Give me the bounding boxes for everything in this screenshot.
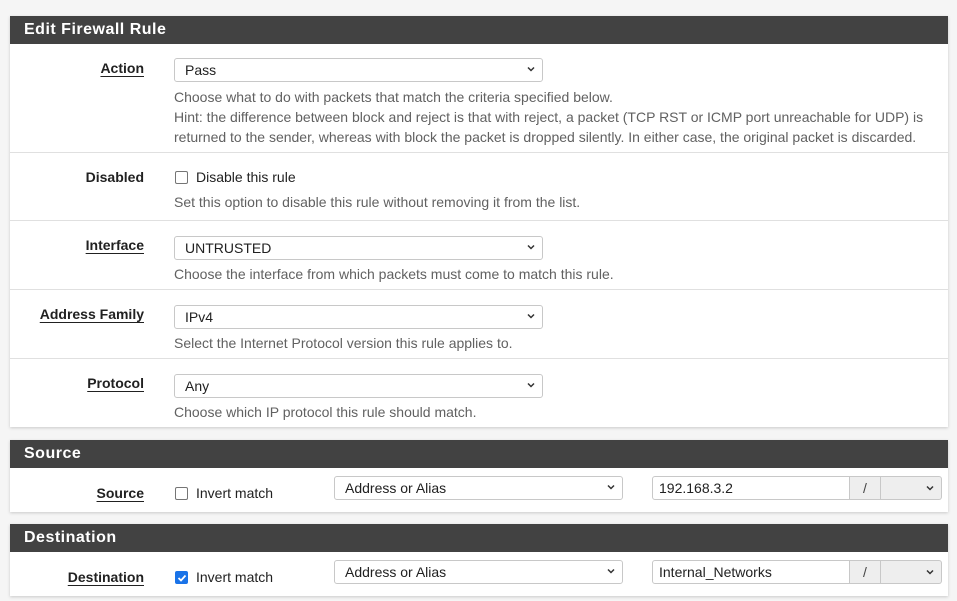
disable-rule-checkbox[interactable] (175, 170, 188, 184)
source-label[interactable]: Source (97, 485, 144, 501)
interface-help: Choose the interface from which packets … (174, 266, 614, 282)
destination-invert-label[interactable]: Invert match (196, 569, 273, 585)
source-type-value: Address or Alias (345, 480, 447, 496)
action-label[interactable]: Action (100, 60, 144, 76)
chevron-down-icon (926, 569, 934, 575)
source-panel: Source Source Invert match Address or Al… (10, 440, 948, 512)
source-invert-label[interactable]: Invert match (196, 485, 273, 501)
source-row: Source Invert match Address or Alias 192… (10, 468, 948, 512)
destination-address-value: Internal_Networks (659, 564, 772, 580)
address-family-row: Address Family IPv4 Select the Internet … (10, 290, 948, 359)
edit-firewall-rule-panel: Edit Firewall Rule Action Pass Choose wh… (10, 16, 948, 427)
source-address-input[interactable]: 192.168.3.2 (652, 476, 850, 500)
interface-select[interactable]: UNTRUSTED (174, 236, 543, 260)
destination-label[interactable]: Destination (68, 569, 144, 585)
disabled-label: Disabled (85, 169, 144, 185)
disable-rule-checkbox-wrap[interactable]: Disable this rule (175, 169, 296, 185)
chevron-down-icon (607, 484, 615, 490)
source-panel-title: Source (10, 440, 948, 468)
destination-invert-checkbox[interactable] (175, 570, 188, 584)
action-select[interactable]: Pass (174, 58, 543, 82)
destination-slash-addon: / (850, 560, 881, 584)
chevron-down-icon (527, 382, 535, 388)
source-invert-wrap[interactable]: Invert match (175, 485, 273, 501)
action-select-value: Pass (185, 62, 217, 78)
destination-panel: Destination Destination Invert match Add… (10, 524, 948, 596)
destination-address-input[interactable]: Internal_Networks (652, 560, 850, 584)
chevron-down-icon (607, 568, 615, 574)
destination-panel-title: Destination (10, 524, 948, 552)
source-invert-checkbox[interactable] (175, 486, 188, 500)
source-slash-addon: / (850, 476, 881, 500)
interface-label[interactable]: Interface (86, 237, 144, 253)
disable-rule-checkbox-label[interactable]: Disable this rule (196, 169, 296, 185)
interface-select-value: UNTRUSTED (185, 240, 272, 256)
source-address-value: 192.168.3.2 (659, 480, 733, 496)
source-type-select[interactable]: Address or Alias (334, 476, 623, 500)
action-help: Choose what to do with packets that matc… (174, 87, 923, 147)
disabled-help: Set this option to disable this rule wit… (174, 194, 581, 210)
destination-mask-select[interactable] (881, 560, 942, 584)
interface-row: Interface UNTRUSTED Choose the interface… (10, 221, 948, 290)
address-family-select-value: IPv4 (185, 309, 214, 325)
checkmark-icon (177, 574, 187, 582)
destination-row: Destination Invert match Address or Alia… (10, 552, 948, 596)
action-help-line: Hint: the difference between block and r… (174, 109, 924, 125)
protocol-label[interactable]: Protocol (87, 375, 144, 391)
address-family-select[interactable]: IPv4 (174, 305, 543, 329)
chevron-down-icon (527, 313, 535, 319)
source-mask-select[interactable] (881, 476, 942, 500)
action-help-line: Choose what to do with packets that matc… (174, 89, 613, 105)
chevron-down-icon (527, 66, 535, 72)
address-family-label[interactable]: Address Family (40, 306, 144, 322)
action-help-line: returned to the sender, whereas with blo… (174, 129, 917, 145)
destination-type-value: Address or Alias (345, 564, 447, 580)
destination-invert-wrap[interactable]: Invert match (175, 569, 273, 585)
address-family-help: Select the Internet Protocol version thi… (174, 335, 513, 351)
panel-title: Edit Firewall Rule (10, 16, 948, 44)
protocol-select-value: Any (185, 378, 210, 394)
chevron-down-icon (926, 485, 934, 491)
protocol-row: Protocol Any Choose which IP protocol th… (10, 359, 948, 427)
chevron-down-icon (527, 244, 535, 250)
disabled-row: Disabled Disable this rule Set this opti… (10, 153, 948, 221)
destination-type-select[interactable]: Address or Alias (334, 560, 623, 584)
action-row: Action Pass Choose what to do with packe… (10, 44, 948, 153)
protocol-help: Choose which IP protocol this rule shoul… (174, 404, 477, 420)
protocol-select[interactable]: Any (174, 374, 543, 398)
